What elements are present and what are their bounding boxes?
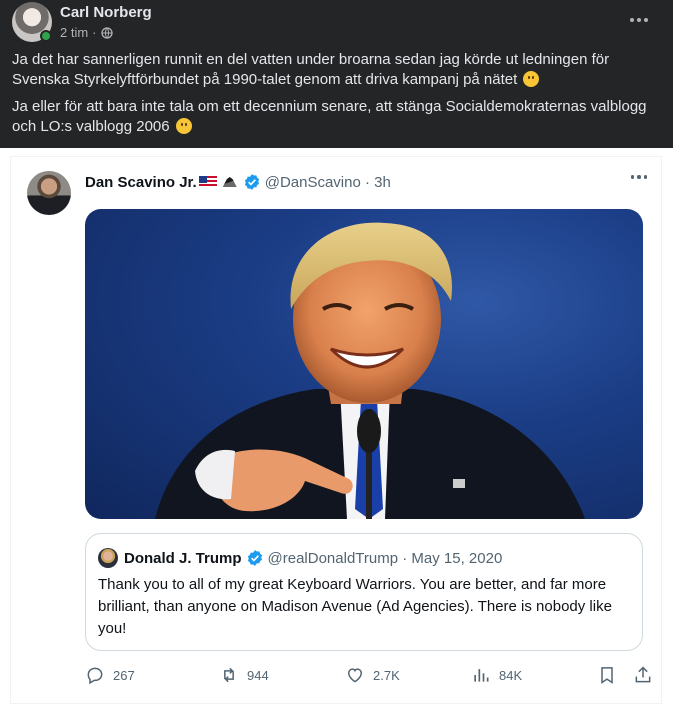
verified-badge-icon — [244, 174, 259, 190]
post-body: Ja det har sannerligen runnit en del vat… — [12, 50, 662, 144]
quoted-tweet-text: Thank you to all of my great Keyboard Wa… — [98, 576, 612, 637]
tweet-handle-time: @DanScavino · 3h — [264, 173, 391, 191]
tweet-header: Dan Scavino Jr. @DanScavino · 3h — [85, 173, 391, 191]
quoted-author-name: Donald J. Trump — [124, 549, 242, 567]
more-dot-icon — [644, 18, 648, 22]
analytics-icon — [474, 669, 489, 682]
quoted-handle-date: @realDonaldTrump · May 15, 2020 — [267, 549, 503, 567]
retweet-icon — [224, 667, 234, 683]
post-meta: 2 tim · — [60, 25, 113, 40]
tweet-card: Dan Scavino Jr. @DanScavino · 3h Donald … — [10, 156, 662, 704]
post-paragraph: Ja det har sannerligen runnit en del vat… — [12, 51, 610, 88]
author-name[interactable]: Carl Norberg — [60, 4, 152, 21]
bookmark-icon — [601, 667, 613, 684]
quoted-tweet-header: Donald J. Trump @realDonaldTrump · May 1… — [98, 548, 502, 568]
more-dot-icon — [630, 18, 634, 22]
post-paragraph: Ja eller för att bara inte tala om ett d… — [12, 98, 647, 135]
like-count: 2.7K — [373, 667, 400, 683]
post-time[interactable]: 2 tim — [60, 25, 88, 40]
shared-image[interactable]: Dan Scavino Jr. @DanScavino · 3h Donald … — [0, 148, 673, 710]
bookmark-stat — [597, 663, 617, 687]
retweet-count: 944 — [247, 667, 269, 683]
views-stat: 84K — [471, 663, 522, 687]
tweet-author-name: Dan Scavino Jr. — [85, 173, 197, 191]
eagle-icon — [221, 175, 239, 189]
wink-emoji-icon — [175, 118, 192, 134]
views-count: 84K — [499, 667, 523, 683]
retweet-stat: 944 — [219, 663, 269, 687]
post-more-options-button[interactable] — [625, 8, 653, 32]
share-icon — [635, 666, 651, 683]
reply-count: 267 — [113, 667, 135, 683]
tweet-author-avatar — [27, 171, 71, 215]
tweet-more-icon — [630, 175, 647, 179]
facebook-post: Carl Norberg 2 tim · Ja det har sannerli… — [0, 0, 673, 148]
globe-icon — [100, 26, 113, 39]
more-dot-icon — [637, 18, 641, 22]
us-flag-icon — [198, 176, 217, 188]
photo-subject — [155, 222, 585, 519]
smile-emoji-icon — [523, 71, 540, 87]
like-stat: 2.7K — [345, 663, 400, 687]
share-stat — [633, 663, 653, 687]
reply-icon — [87, 667, 103, 685]
quoted-author-avatar — [98, 548, 118, 568]
heart-icon — [347, 668, 363, 683]
verified-badge-icon — [247, 550, 262, 566]
tweet-action-bar: 267 944 2.7K 84K — [85, 663, 651, 687]
tweet-photo — [85, 209, 643, 519]
reply-stat: 267 — [85, 663, 135, 687]
quoted-tweet: Donald J. Trump @realDonaldTrump · May 1… — [85, 533, 643, 651]
online-status-dot — [40, 30, 52, 42]
